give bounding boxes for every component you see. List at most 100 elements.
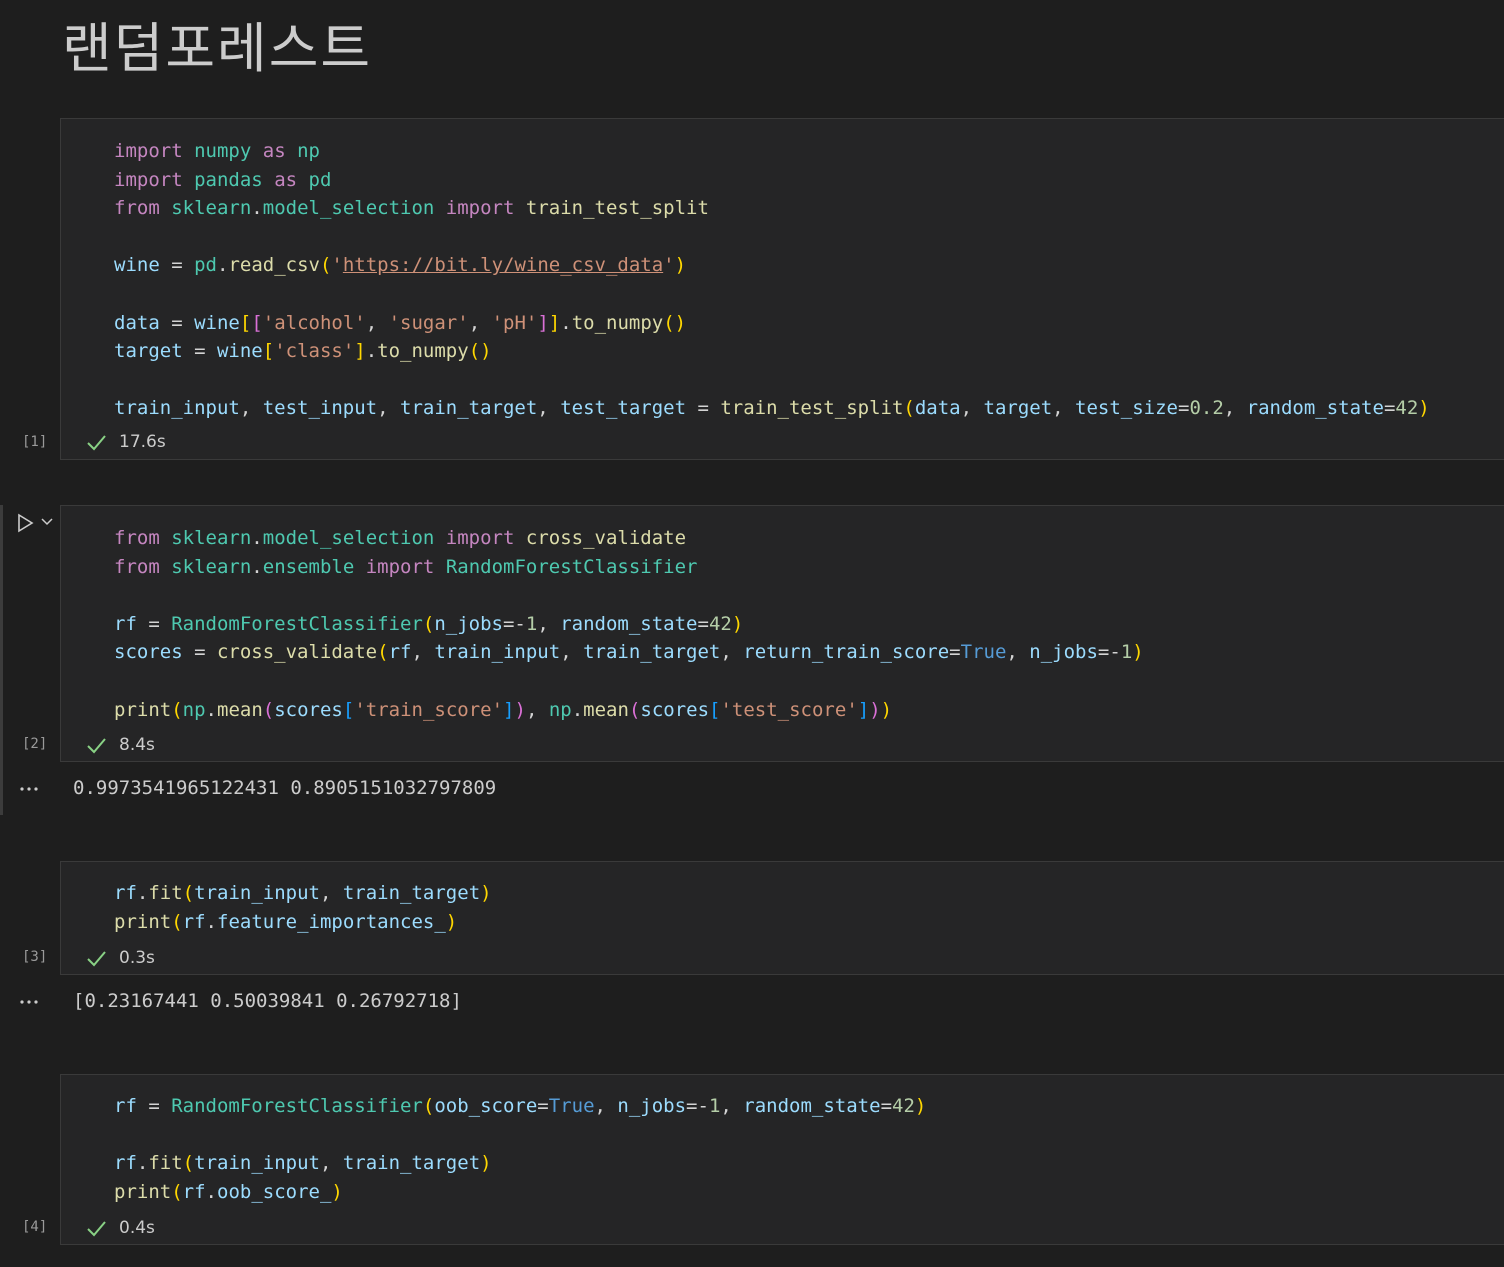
token: to_numpy <box>377 340 469 363</box>
token: pd <box>194 254 217 277</box>
token: cross_validate <box>216 641 378 664</box>
token: scores <box>114 641 183 664</box>
code-editor[interactable]: rf.fit(train_input, train_target) print(… <box>114 879 492 936</box>
token: ensemble <box>262 555 355 578</box>
code-editor[interactable]: rf = RandomForestClassifier(oob_score=Tr… <box>114 1092 926 1206</box>
token: mean <box>583 698 629 721</box>
token: train_target <box>342 1152 481 1175</box>
token: target <box>983 397 1053 420</box>
token: scores <box>274 698 343 721</box>
token: np <box>548 698 572 721</box>
code-editor[interactable]: import numpy as np import pandas as pd f… <box>114 137 1430 423</box>
token: 42 <box>892 1095 915 1117</box>
token: 1 <box>1120 641 1133 664</box>
token: as <box>274 168 298 191</box>
token: oob_score_ <box>217 1180 332 1203</box>
url-link[interactable]: https://bit.ly/wine_csv_data <box>343 254 663 276</box>
token: rf <box>114 612 137 635</box>
execution-time: 8.4s <box>119 735 155 755</box>
token: n_jobs <box>434 612 503 635</box>
token: rf <box>182 910 206 933</box>
token: to_numpy <box>571 311 664 334</box>
code-cell-4[interactable]: rf = RandomForestClassifier(oob_score=Tr… <box>60 1074 1504 1245</box>
cell-status: 0.3s <box>85 946 155 970</box>
code-cell-1[interactable]: import numpy as np import pandas as pd f… <box>60 118 1504 460</box>
execution-time: 0.4s <box>119 1218 155 1238</box>
token: mean <box>217 698 263 721</box>
token: random_state <box>1246 397 1384 420</box>
token: train_input <box>434 641 561 664</box>
execution-count: [4] <box>22 1219 48 1235</box>
token: import <box>114 140 183 162</box>
token: n_jobs <box>1029 641 1098 664</box>
token: numpy <box>194 140 252 162</box>
token: sklearn <box>171 197 252 220</box>
token: cross_validate <box>525 527 687 549</box>
token: RandomForestClassifier <box>171 1095 423 1117</box>
token: scores <box>640 698 710 721</box>
token: wine <box>216 340 263 363</box>
token: feature_importances_ <box>217 910 446 933</box>
play-icon[interactable] <box>14 512 36 534</box>
token: import <box>445 197 515 220</box>
token: train_input <box>114 397 240 420</box>
token: import <box>114 168 183 191</box>
token: test_size <box>1075 397 1178 420</box>
token: read_csv <box>228 254 320 277</box>
token: fit <box>148 882 183 904</box>
token: rf <box>388 641 412 664</box>
token: pd <box>308 168 332 191</box>
token: data <box>914 397 961 420</box>
token: 0.2 <box>1189 397 1224 420</box>
token: RandomForestClassifier <box>445 555 698 578</box>
check-icon <box>87 435 106 451</box>
token: sklearn <box>171 555 252 578</box>
code-cell-2[interactable]: from sklearn.model_selection import cros… <box>60 505 1504 762</box>
check-icon <box>87 951 106 967</box>
token: as <box>262 140 286 162</box>
token: 'alcohol' <box>262 311 366 334</box>
token: target <box>114 340 183 363</box>
token: fit <box>148 1152 183 1175</box>
token: 42 <box>1395 397 1419 420</box>
code-cell-3[interactable]: rf.fit(train_input, train_target) print(… <box>60 861 1504 975</box>
token: train_input <box>194 882 320 904</box>
cell-status: 0.4s <box>85 1216 155 1240</box>
code-editor[interactable]: from sklearn.model_selection import cros… <box>114 524 1144 724</box>
token: data <box>114 311 160 334</box>
execution-count: [2] <box>22 736 48 752</box>
token: from <box>114 527 160 549</box>
token: import <box>445 527 515 549</box>
token: 'pH' <box>491 311 538 334</box>
ellipsis-icon[interactable] <box>18 998 42 1006</box>
token: print <box>114 698 172 721</box>
token: 1 <box>708 1095 721 1117</box>
token: rf <box>114 1152 137 1175</box>
token: random_state <box>743 1095 881 1117</box>
execution-time: 17.6s <box>119 432 166 452</box>
token: train_input <box>194 1152 320 1175</box>
cell-status: 17.6s <box>85 430 166 454</box>
ellipsis-icon[interactable] <box>18 785 42 793</box>
notebook-title: 랜덤포레스트 <box>62 17 373 80</box>
token: 'test_score' <box>720 698 858 721</box>
token: train_target <box>342 882 481 904</box>
token: wine <box>114 254 160 277</box>
cell-output: [0.23167441 0.50039841 0.26792718] <box>73 990 462 1012</box>
token: return_train_score <box>743 641 950 664</box>
token: rf <box>114 882 137 904</box>
token: model_selection <box>262 197 435 220</box>
token: test_input <box>262 397 378 420</box>
token: test_target <box>560 397 687 420</box>
check-icon <box>87 1221 106 1237</box>
token: np <box>182 698 206 721</box>
execution-time: 0.3s <box>119 948 155 968</box>
token: 42 <box>708 612 732 635</box>
token: print <box>114 1180 172 1203</box>
token: np <box>297 140 320 162</box>
token: 1 <box>525 612 538 635</box>
chevron-down-icon[interactable] <box>40 514 54 528</box>
token: train_target <box>400 397 538 420</box>
token: rf <box>182 1180 206 1203</box>
token: import <box>365 555 435 578</box>
